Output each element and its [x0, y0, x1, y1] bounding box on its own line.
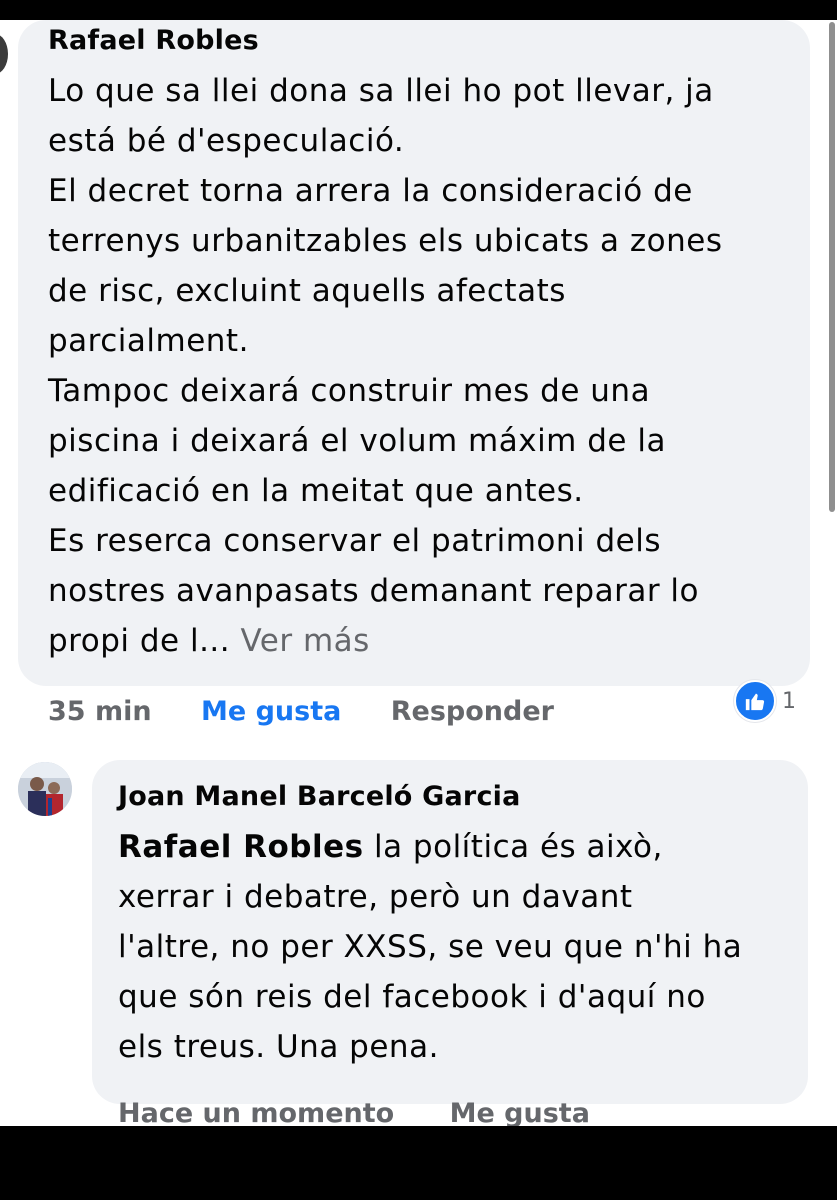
comment-line: Lo que sa llei dona sa llei ho pot lleva…	[48, 73, 714, 109]
comment-line-last: propi de l... Ver más	[48, 616, 790, 666]
comment-line: Tampoc deixará construir mes de una	[48, 373, 651, 409]
comment-timestamp[interactable]: 35 min	[48, 692, 152, 732]
avatar[interactable]	[18, 762, 72, 816]
comment-text: Rafael Robles la política és això, xerra…	[118, 822, 788, 1072]
scrollbar[interactable]	[829, 22, 835, 512]
comment-author[interactable]: Rafael Robles	[48, 22, 790, 60]
comment-line: está bé d'especulació.	[48, 123, 405, 159]
comment-line: El decret torna arrera la consideració d…	[48, 173, 693, 209]
comment-actions: Hace un momento Me gusta	[118, 1094, 636, 1126]
comments-screen: Rafael Robles Lo que sa llei dona sa lle…	[0, 20, 837, 1126]
comment-line: parcialment.	[48, 323, 249, 359]
comment-author[interactable]: Joan Manel Barceló Garcia	[118, 778, 788, 816]
comment-actions: 35 min Me gusta Responder	[48, 692, 594, 732]
comment-timestamp[interactable]: Hace un momento	[118, 1094, 394, 1126]
comment-line: de risc, excluint aquells afectats	[48, 273, 566, 309]
like-button[interactable]: Me gusta	[450, 1094, 590, 1126]
avatar[interactable]	[0, 34, 8, 74]
comment-text: Lo que sa llei dona sa llei ho pot lleva…	[48, 66, 790, 666]
truncated-text: propi de l...	[48, 623, 231, 659]
comment-bubble: Rafael Robles Lo que sa llei dona sa lle…	[18, 20, 810, 686]
comment-line-text: la política és això,	[363, 829, 663, 865]
comment-line: l'altre, no per XXSS, se veu que n'hi ha	[118, 929, 743, 965]
reaction-summary[interactable]: 1	[734, 680, 796, 722]
mention-link[interactable]: Rafael Robles	[118, 829, 364, 865]
comment-line: terrenys urbanitzables els ubicats a zon…	[48, 223, 723, 259]
comment-bubble: Joan Manel Barceló Garcia Rafael Robles …	[92, 760, 808, 1104]
comment-line: piscina i deixará el volum máxim de la	[48, 423, 666, 459]
comment-line: els treus. Una pena.	[118, 1029, 439, 1065]
like-button[interactable]: Me gusta	[201, 692, 341, 732]
comment-line: nostres avanpasats demanant reparar lo	[48, 573, 700, 609]
reaction-count: 1	[782, 688, 796, 714]
comment-line: Es reserca conservar el patrimoni dels	[48, 523, 661, 559]
see-more-link[interactable]: Ver más	[241, 623, 370, 659]
navigation-bar	[0, 1126, 837, 1200]
comment-line: Rafael Robles la política és això,	[118, 822, 788, 872]
comment-line: que són reis del facebook i d'aquí no	[118, 979, 706, 1015]
comment-line: xerrar i debatre, però un davant	[118, 879, 633, 915]
thumbs-up-icon	[734, 680, 776, 722]
reply-button[interactable]: Responder	[391, 692, 554, 732]
comment-line: edificació en la meitat que antes.	[48, 473, 584, 509]
